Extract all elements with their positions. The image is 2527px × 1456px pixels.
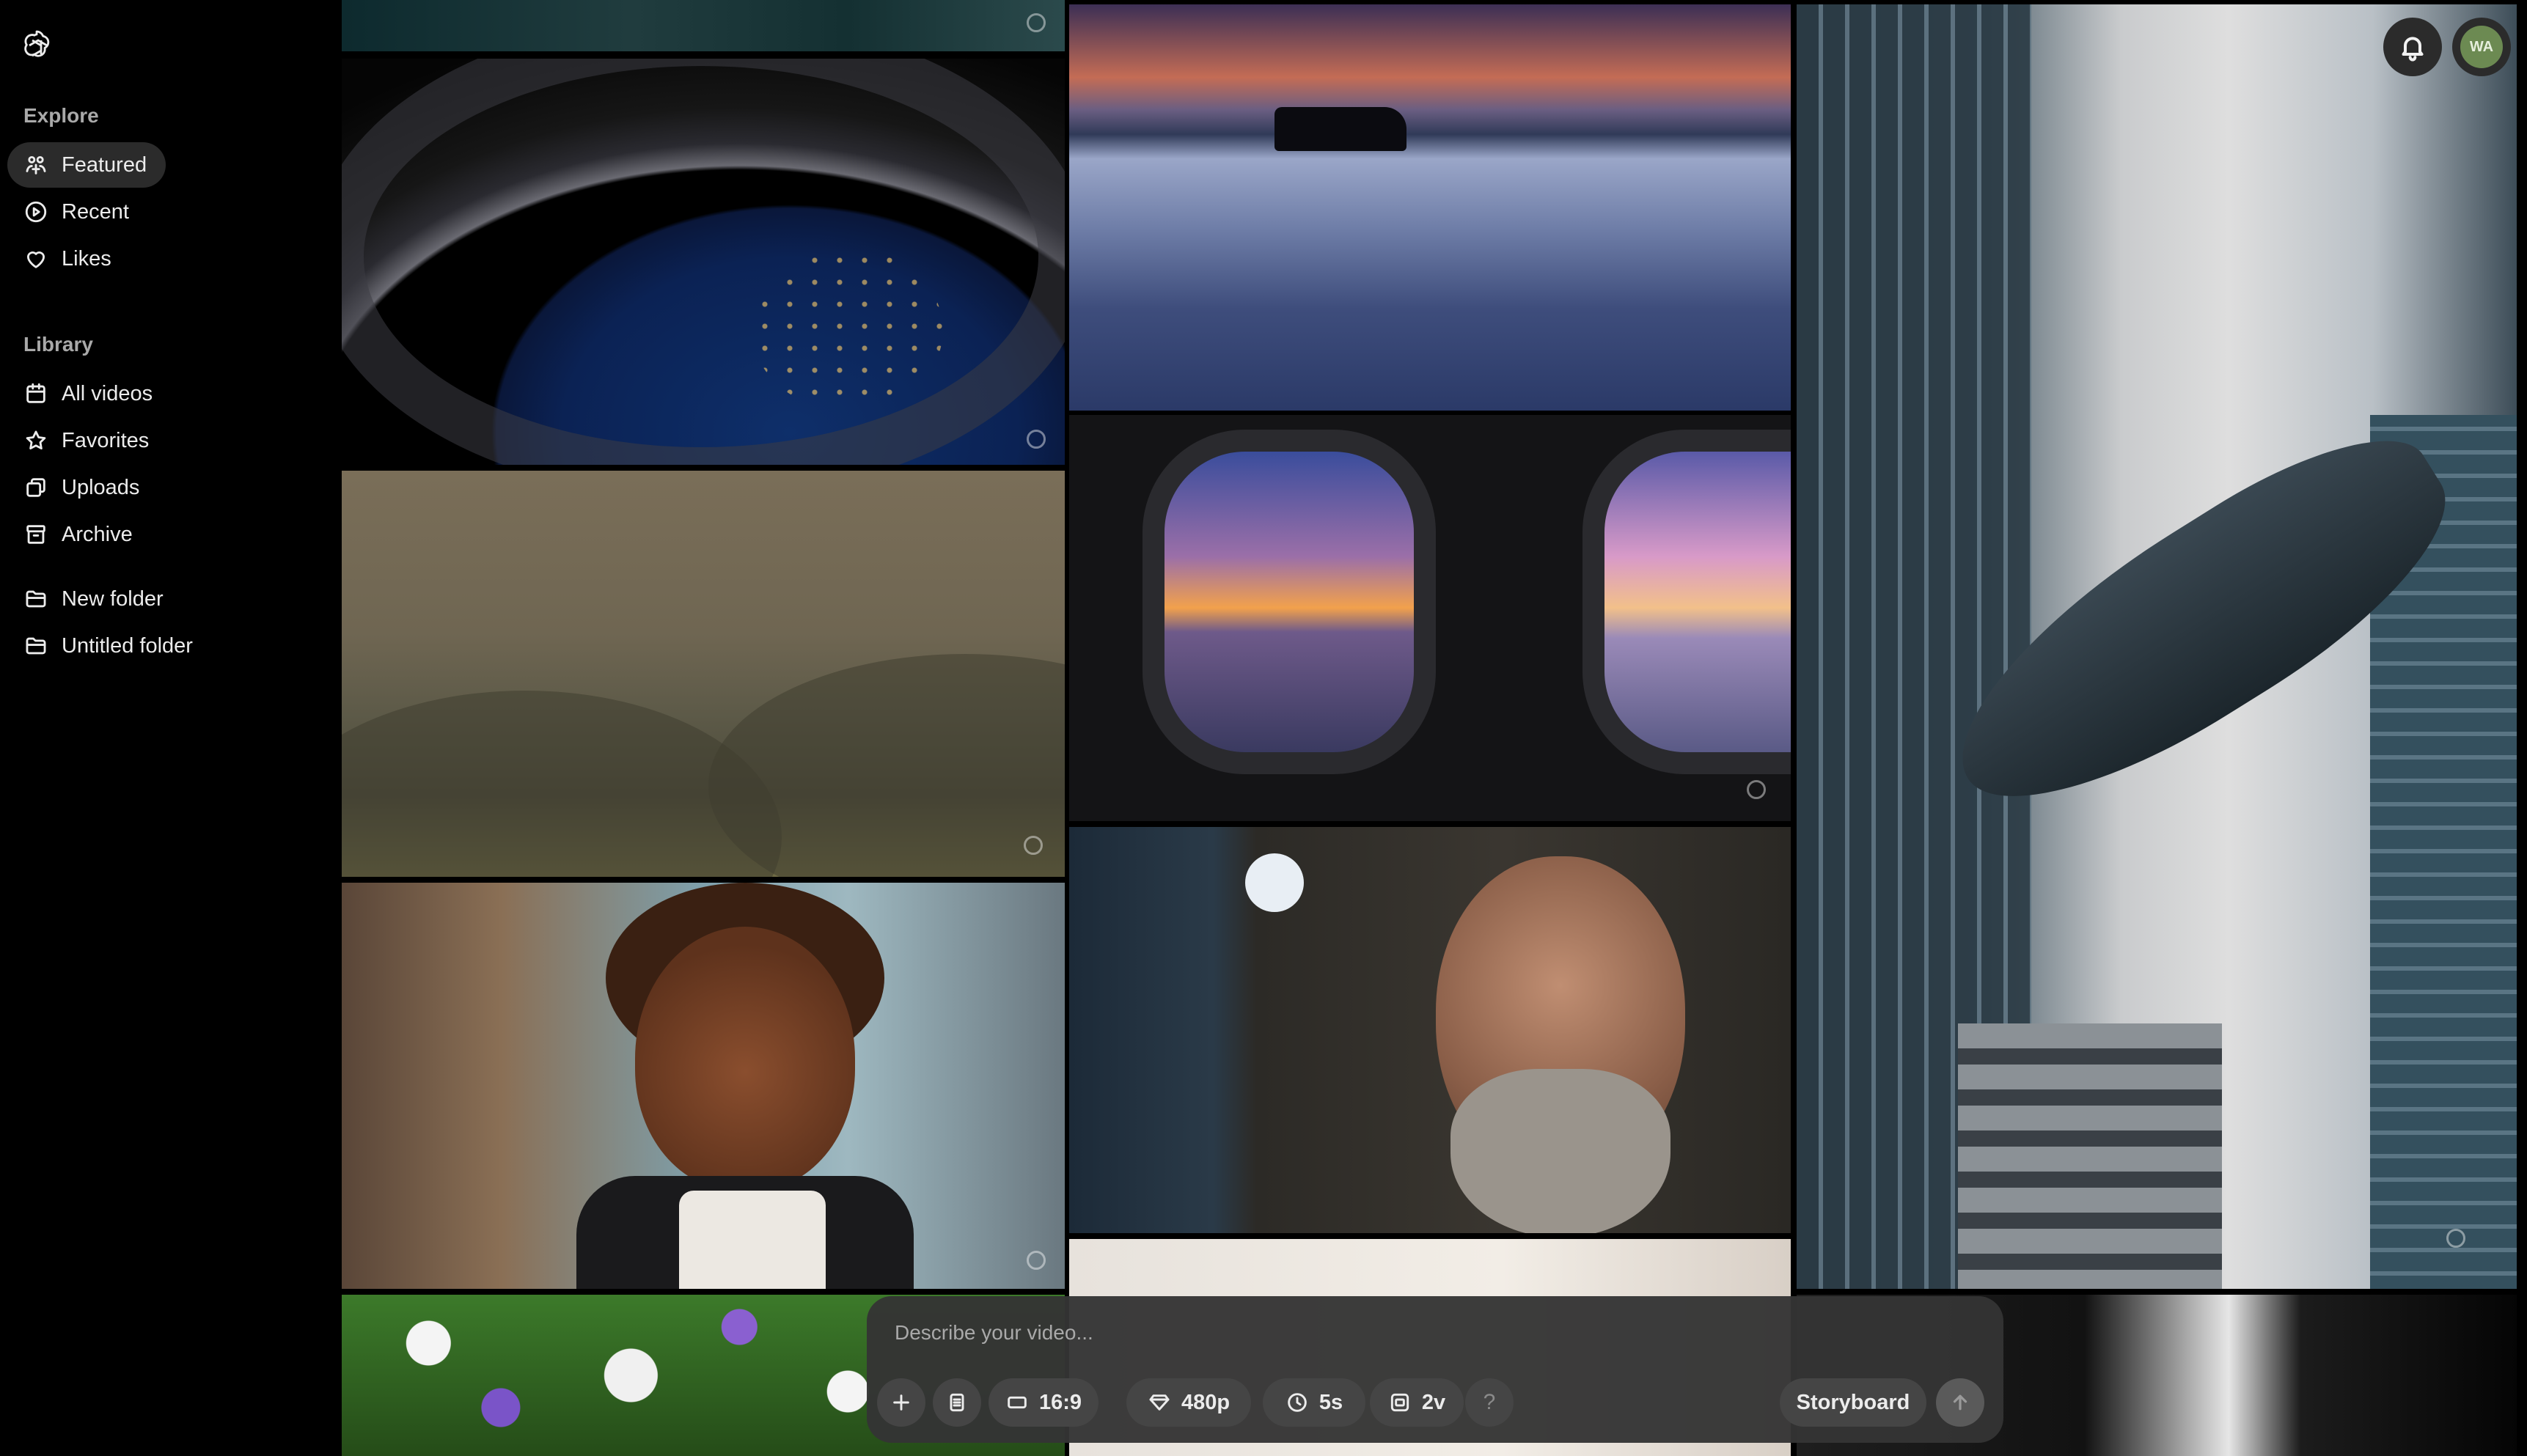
sidebar-item-label: All videos <box>62 381 153 405</box>
sidebar-item-label: Recent <box>62 199 129 224</box>
openai-watermark-icon <box>1027 430 1046 449</box>
sidebar-item-archive[interactable]: Archive <box>7 512 152 557</box>
explore-heading: Explore <box>23 104 99 127</box>
sidebar: Explore Featured Recent Likes Library Al… <box>0 0 340 1456</box>
sidebar-item-untitled-folder[interactable]: Untitled folder <box>7 623 212 669</box>
sidebar-item-new-folder[interactable]: New folder <box>7 576 183 622</box>
archive-icon <box>26 525 45 544</box>
video-tile-airplane-window[interactable] <box>1069 415 1791 821</box>
openai-watermark-icon <box>2446 1229 2465 1248</box>
openai-watermark-icon <box>1747 780 1766 799</box>
library-heading: Library <box>23 333 93 356</box>
sidebar-item-favorites[interactable]: Favorites <box>7 418 168 463</box>
sidebar-item-recent[interactable]: Recent <box>7 189 148 235</box>
openai-watermark-icon <box>1024 836 1043 855</box>
sidebar-item-label: Untitled folder <box>62 633 193 658</box>
resolution-value: 480p <box>1181 1390 1231 1414</box>
video-tile-laughing-man-forest[interactable] <box>1069 827 1791 1233</box>
heart-icon <box>26 251 45 268</box>
diamond-icon <box>1149 1394 1170 1411</box>
aspect-ratio-icon <box>1008 1396 1027 1409</box>
add-media-button[interactable] <box>877 1378 925 1427</box>
sidebar-item-label: Archive <box>62 522 133 546</box>
calendar-grid-icon <box>26 383 45 403</box>
star-icon <box>26 430 46 450</box>
variations-button[interactable]: 2v <box>1370 1378 1464 1427</box>
video-tile-city-top[interactable] <box>342 0 1065 51</box>
video-tile-truck-salt-flat[interactable] <box>1069 4 1791 411</box>
sidebar-item-all-videos[interactable]: All videos <box>7 371 172 416</box>
sidebar-item-uploads[interactable]: Uploads <box>7 465 158 510</box>
play-circle-icon <box>25 201 47 223</box>
prompt-composer: 16:9 480p 5s 2v ? Storyboard <box>867 1296 2003 1443</box>
notifications-button[interactable] <box>2383 18 2442 76</box>
sidebar-item-label: Likes <box>62 246 111 271</box>
arrow-up-icon <box>1953 1394 1967 1411</box>
bell-icon <box>2402 37 2424 62</box>
folder-icon <box>26 590 46 608</box>
folder-icon <box>26 637 46 655</box>
sidebar-item-featured[interactable]: Featured <box>7 142 166 188</box>
sparkle-people-icon <box>26 155 46 174</box>
help-button[interactable]: ? <box>1465 1378 1514 1427</box>
aspect-ratio-button[interactable]: 16:9 <box>989 1378 1099 1427</box>
openai-watermark-icon <box>1027 13 1046 32</box>
document-icon <box>950 1393 964 1412</box>
resolution-button[interactable]: 480p <box>1126 1378 1251 1427</box>
upload-copy-icon <box>26 478 45 497</box>
account-button[interactable]: WA <box>2452 18 2511 76</box>
video-tile-eagle-hills[interactable] <box>342 471 1065 877</box>
plus-icon <box>893 1394 909 1411</box>
sidebar-item-label: Uploads <box>62 475 140 499</box>
sidebar-item-label: New folder <box>62 587 164 611</box>
openai-logo-icon[interactable] <box>19 28 54 63</box>
prompt-input[interactable] <box>895 1311 1921 1355</box>
preset-button[interactable] <box>933 1378 981 1427</box>
avatar: WA <box>2460 26 2503 68</box>
variations-icon <box>1390 1393 1409 1412</box>
aspect-ratio-value: 16:9 <box>1038 1390 1082 1414</box>
sidebar-item-label: Favorites <box>62 428 150 452</box>
video-tile-earth-station[interactable] <box>342 59 1065 465</box>
submit-button[interactable] <box>1936 1378 1984 1427</box>
sidebar-item-likes[interactable]: Likes <box>7 236 131 282</box>
duration-button[interactable]: 5s <box>1263 1378 1365 1427</box>
variations-value: 2v <box>1421 1390 1446 1414</box>
video-tile-animated-girl[interactable] <box>342 883 1065 1289</box>
duration-value: 5s <box>1318 1390 1343 1414</box>
video-tile-whale-city[interactable] <box>1797 4 2517 1289</box>
sidebar-item-label: Featured <box>62 152 147 177</box>
openai-watermark-icon <box>1027 1251 1046 1270</box>
clock-icon <box>1288 1393 1307 1412</box>
storyboard-button[interactable]: Storyboard <box>1780 1378 1926 1427</box>
